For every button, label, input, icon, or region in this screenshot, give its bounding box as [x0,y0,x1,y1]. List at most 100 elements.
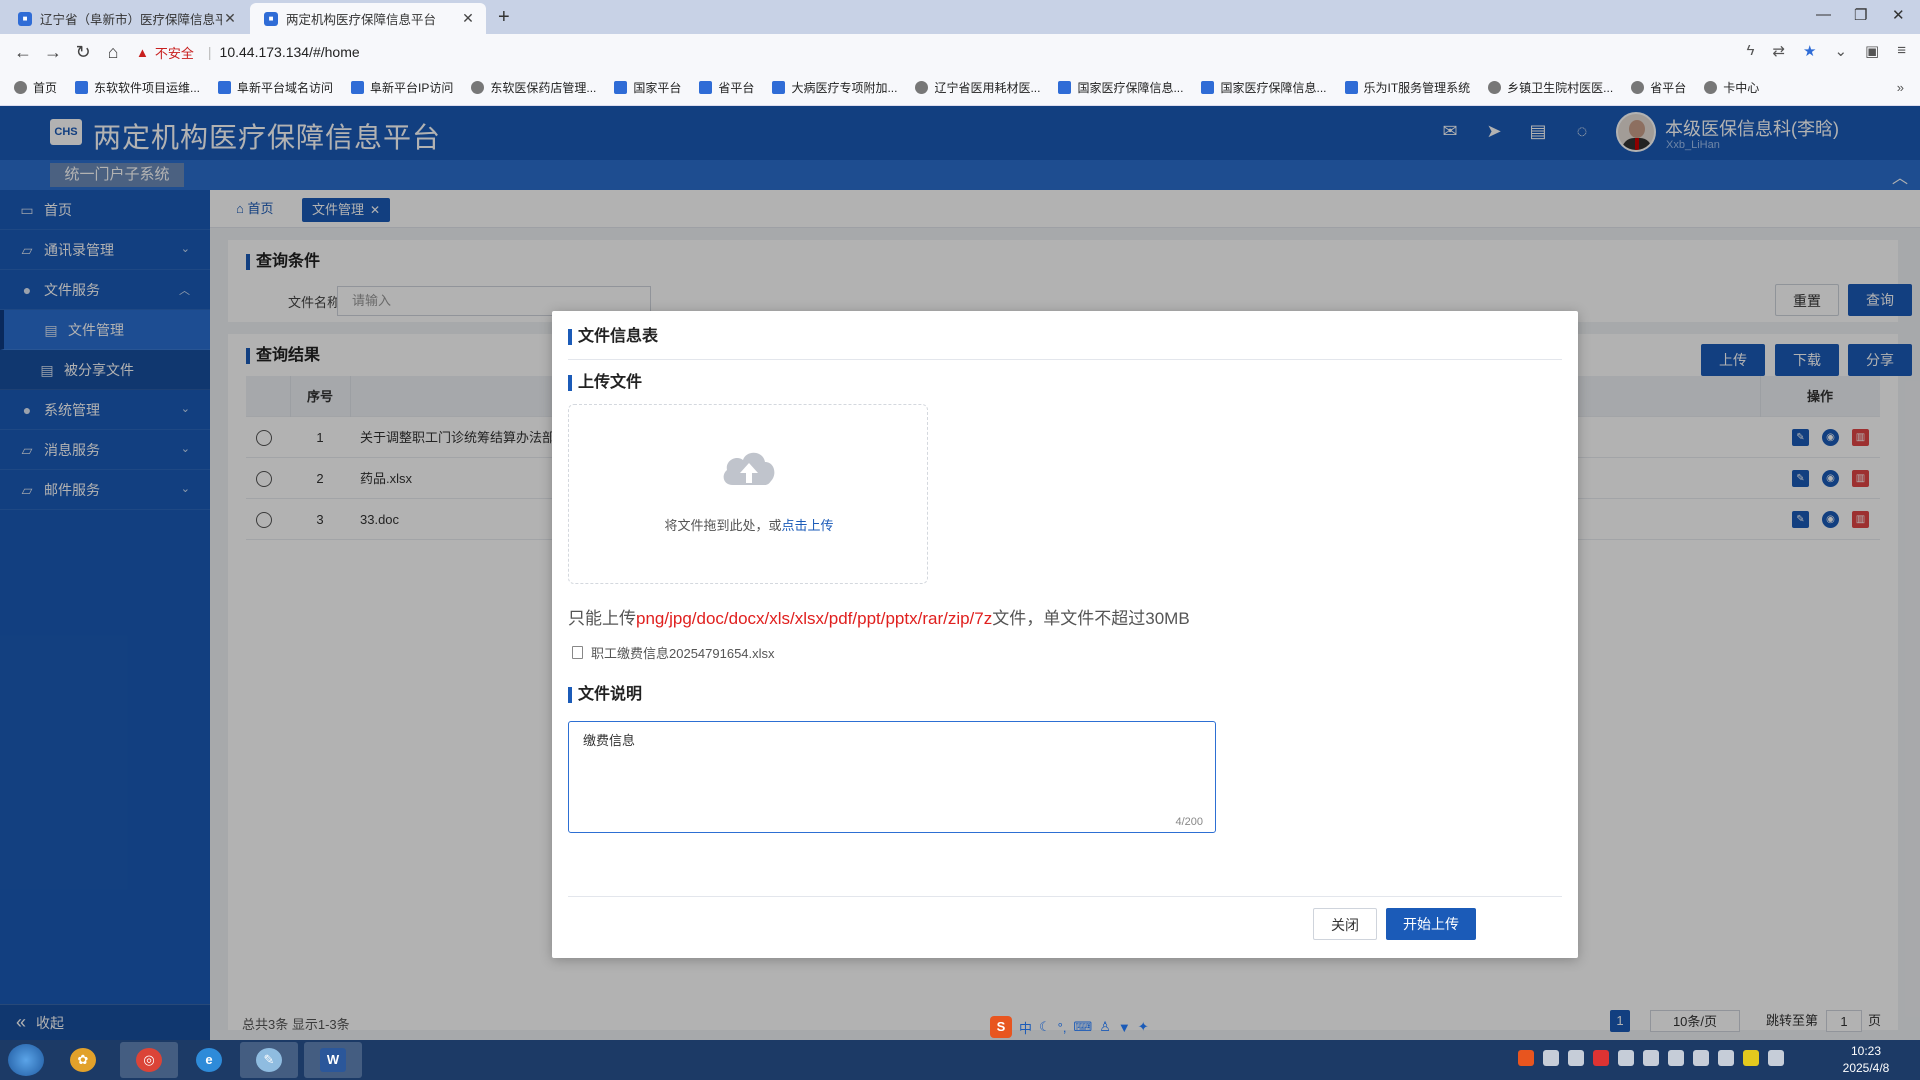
tab-favicon-icon: ■ [264,11,278,26]
bookmark-icon [471,81,485,94]
sogou-logo: S [990,1016,1012,1038]
tab-title: 两定机构医疗保障信息平台 [286,13,437,27]
dropzone-text: 将文件拖到此处，或点击上传 [664,518,834,533]
keyboard-icon[interactable]: ⌨ [1073,1019,1092,1035]
bookmark-item[interactable]: 阜新平台IP访问 [351,79,453,96]
window-close-icon[interactable]: ✕ [1892,6,1905,24]
address-bar: ← → ↻ ⌂ ▲ 不安全 | 10.44.173.134/#/home ϟ ⇄… [0,34,1920,70]
ime-toolbar[interactable]: S 中 ☾ °, ⌨ ♙ ▼ ✦ [990,1016,1149,1038]
bookmark-item[interactable]: 省平台 [1631,79,1686,96]
bookmark-item[interactable]: 辽宁省医用耗材医... [915,79,1040,96]
tab-close-icon[interactable]: ✕ [222,10,238,27]
tab-close-icon[interactable]: ✕ [460,10,476,27]
new-tab-icon[interactable]: + [498,6,510,29]
bookmark-item[interactable]: 阜新平台域名访问 [218,79,333,96]
extension-icon[interactable]: ▣ [1865,42,1879,60]
description-char-count: 4/200 [1175,816,1203,828]
description-section-title: 文件说明 [568,687,642,703]
file-info-dialog: 文件信息表 上传文件 将文件拖到此处，或点击上传 只能上传png/jpg/doc… [552,311,1578,958]
back-icon[interactable]: ← [8,42,38,63]
url-text: 10.44.173.134/#/home [219,44,360,60]
moon-icon[interactable]: ☾ [1039,1019,1051,1035]
address-bar-actions: ϟ ⇄ ★ ⌄ ▣ ≡ [1746,42,1906,60]
bookmark-star-icon[interactable]: ★ [1803,42,1816,60]
tray-icon[interactable] [1543,1050,1559,1066]
url-field[interactable]: ▲ 不安全 | 10.44.173.134/#/home [136,43,360,62]
upload-section-title: 上传文件 [568,375,642,391]
reload-icon[interactable]: ↻ [68,42,98,63]
chrome-icon: ◎ [136,1048,162,1072]
upload-dropzone[interactable]: 将文件拖到此处，或点击上传 [568,404,928,584]
browser-tab-bar: ■ 辽宁省（阜新市）医疗保障信息平台 ✕ ■ 两定机构医疗保障信息平台 ✕ + … [0,0,1920,34]
tray-icon[interactable] [1618,1050,1634,1066]
taskbar-app-chrome[interactable]: ◎ [120,1042,178,1078]
bookmark-icon [14,81,27,94]
browser-tab-active[interactable]: ■ 两定机构医疗保障信息平台 ✕ [250,3,486,34]
tray-icon[interactable] [1743,1050,1759,1066]
bookmark-icon [1631,81,1645,94]
translate-icon[interactable]: ⇄ [1772,42,1785,60]
bookmarks-bar: 首页 东软软件项目运维... 阜新平台域名访问 阜新平台IP访问 东软医保药店管… [0,70,1920,106]
selected-file-item[interactable]: 职工缴费信息20254791654.xlsx [572,643,775,662]
bookmark-item[interactable]: 卡中心 [1704,79,1759,96]
bookmark-item[interactable]: 首页 [14,79,57,96]
bookmark-item[interactable]: 国家医疗保障信息... [1058,79,1183,96]
volume-icon[interactable] [1768,1050,1784,1066]
bookmark-icon [218,81,232,94]
punctuation-icon[interactable]: °, [1058,1020,1067,1035]
ime-mode-chinese[interactable]: 中 [1019,1018,1032,1037]
minimize-icon[interactable]: — [1816,6,1831,23]
bookmark-item[interactable]: 国家平台 [614,79,681,96]
browser-tab-liaoning[interactable]: ■ 辽宁省（阜新市）医疗保障信息平台 ✕ [4,3,248,34]
tray-icon[interactable] [1593,1050,1609,1066]
menu-icon[interactable]: ≡ [1897,42,1906,60]
bookmark-item[interactable]: 东软医保药店管理... [471,79,596,96]
tray-icon[interactable] [1568,1050,1584,1066]
start-button[interactable] [8,1044,44,1076]
system-tray [1518,1050,1784,1066]
chevron-down-icon[interactable]: ⌄ [1834,42,1847,60]
security-label: 不安全 [154,45,194,61]
dialog-title: 文件信息表 [568,329,658,345]
tool-icon[interactable]: ✦ [1138,1019,1149,1035]
tray-icon[interactable] [1668,1050,1684,1066]
description-textarea[interactable]: 缴费信息 4/200 [568,721,1216,833]
warning-icon: ▲ [136,44,149,60]
bookmark-item[interactable]: 东软软件项目运维... [75,79,200,96]
skin-icon[interactable]: ▼ [1118,1020,1131,1035]
taskbar-app-word[interactable]: W [304,1042,362,1078]
taskbar-app-paint[interactable]: ✎ [240,1042,298,1078]
taskbar-clock[interactable]: 10:23 2025/4/8 [1826,1043,1906,1077]
click-upload-link[interactable]: 点击上传 [782,518,834,533]
bookmark-icon [1058,81,1072,94]
clock-time: 10:23 [1850,1044,1882,1058]
close-button[interactable]: 关闭 [1313,908,1377,940]
user-icon[interactable]: ♙ [1099,1019,1111,1035]
taskbar-app-butterfly[interactable]: ✿ [54,1042,112,1078]
bookmark-icon [614,81,628,94]
tray-icon[interactable] [1693,1050,1709,1066]
tray-ime-icon[interactable] [1518,1050,1534,1066]
selected-file-name: 职工缴费信息20254791654.xlsx [591,646,775,661]
tray-icon[interactable] [1643,1050,1659,1066]
bookmark-item[interactable]: 大病医疗专项附加... [772,79,897,96]
restore-icon[interactable]: ❐ [1854,6,1867,24]
bookmark-icon [75,81,89,94]
bookmarks-more-icon[interactable]: » [1897,80,1904,95]
allowed-types: png/jpg/doc/docx/xls/xlsx/pdf/ppt/pptx/r… [636,609,993,628]
ie-icon: e [196,1048,222,1072]
flash-icon[interactable]: ϟ [1746,42,1754,60]
forward-icon[interactable]: → [38,42,68,63]
bookmark-item[interactable]: 国家医疗保障信息... [1201,79,1327,96]
bookmark-item[interactable]: 乐为IT服务管理系统 [1344,79,1470,96]
bookmark-item[interactable]: 乡镇卫生院村医医... [1488,79,1613,96]
clock-date: 2025/4/8 [1842,1061,1890,1075]
bookmark-icon [915,81,929,94]
bookmark-icon [1201,81,1215,94]
taskbar-app-ie[interactable]: e [180,1042,238,1078]
start-upload-button[interactable]: 开始上传 [1386,908,1476,940]
tray-icon[interactable] [1718,1050,1734,1066]
home-icon[interactable]: ⌂ [98,42,128,63]
dialog-divider [568,359,1562,360]
bookmark-item[interactable]: 省平台 [699,79,754,96]
